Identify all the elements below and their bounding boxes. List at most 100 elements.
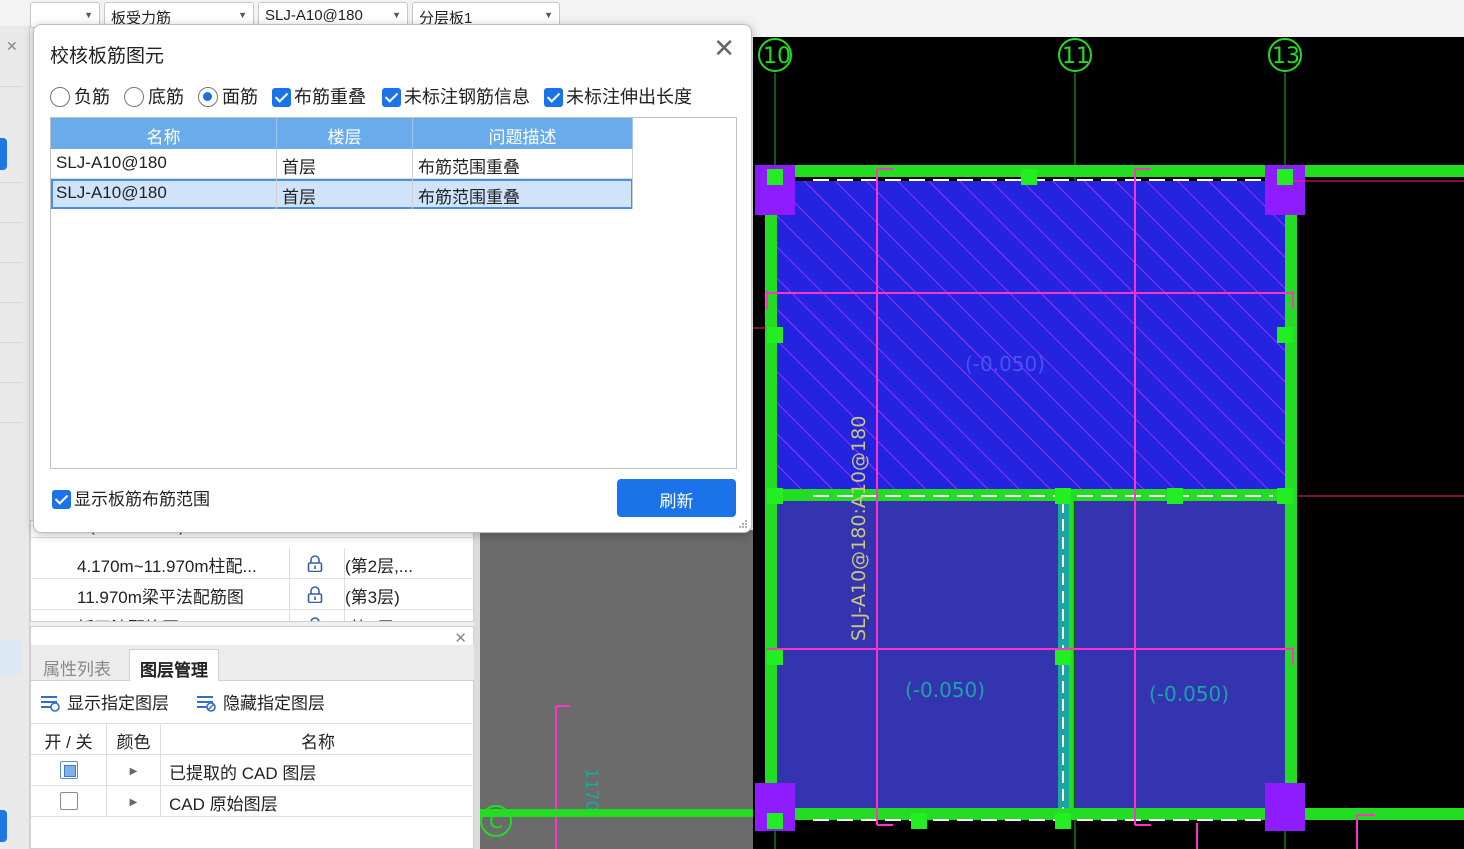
list-item[interactable]: 板平法配筋图 (第3层) [31, 610, 473, 621]
close-icon[interactable]: ✕ [6, 38, 18, 55]
cell-issue: 布筋范围重叠 [413, 179, 633, 209]
checkbox-label: 未标注伸出长度 [566, 87, 692, 107]
checkmark-icon [272, 88, 291, 107]
checkbox-label: 显示板筋布筋范围 [74, 490, 210, 509]
dialog-title: 校核板筋图元 [50, 46, 165, 67]
panel-splitter[interactable] [474, 530, 480, 849]
layer-toggle-checkbox[interactable] [59, 760, 78, 779]
radio-indicator [198, 87, 218, 107]
expand-icon[interactable]: ▶ [130, 797, 138, 808]
checkmark-icon [544, 88, 563, 107]
nav-selected-item[interactable] [0, 640, 22, 676]
col-name: 名称 [301, 733, 335, 752]
rebar-label: SLJ-A10@180:A10@180 [848, 416, 870, 641]
canvas-drawing: 1170 C [474, 705, 756, 849]
close-icon[interactable]: ✕ [713, 35, 735, 61]
checkbox-show-range[interactable]: 显示板筋布筋范围 [52, 485, 210, 510]
divider [0, 342, 22, 343]
axis-label-10: 10 [763, 44, 791, 69]
radio-negative[interactable]: 负筋 [50, 83, 110, 109]
drawing-floor-ref: (第3层) [345, 614, 400, 621]
col-floor-header[interactable]: 楼层 [277, 118, 413, 149]
tab-properties[interactable]: 属性列表 [33, 649, 121, 681]
list-item[interactable]: 11.970m梁平法配筋图 (第3层) [31, 579, 473, 610]
layer-table-header: 开 / 关 颜色 名称 [31, 723, 475, 755]
divider [0, 182, 22, 183]
combo-value: SLJ-A10@180 [265, 7, 363, 24]
left-nav-strip: ✕ [0, 26, 30, 849]
issues-table: 名称 楼层 问题描述 SLJ-A10@180 首层 布筋范围重叠 SLJ-A10… [50, 117, 737, 469]
layer-expand-cell: ▶ [107, 755, 161, 785]
table-row[interactable]: SLJ-A10@180 首层 布筋范围重叠 [51, 149, 633, 179]
layer-expand-cell: ▶ [107, 786, 161, 816]
top-toolbar: ▼ 板受力筋 ▼ SLJ-A10@180 ▼ 分层板1 ▼ [0, 0, 760, 28]
radio-bottom[interactable]: 底筋 [124, 83, 184, 109]
checkbox-unlabeled-length[interactable]: 未标注伸出长度 [544, 83, 692, 109]
nav-indicator[interactable] [0, 138, 7, 170]
radio-indicator [124, 87, 144, 107]
panel-tabs: 属性列表 图层管理 [31, 645, 475, 681]
checkbox-label: 未标注钢筋信息 [404, 87, 530, 107]
layer-toggle-cell [31, 786, 107, 816]
refresh-button[interactable]: 刷新 [617, 479, 736, 517]
hide-layer-button[interactable]: 隐藏指定图层 [195, 689, 325, 714]
cad-top-strip [753, 0, 1464, 37]
chevron-down-icon: ▼ [238, 10, 247, 20]
cad-drawing: 10 11 13 SLJ-A10@180:A10@180 (-0.050) (-… [753, 38, 1464, 849]
chevron-down-icon: ▼ [392, 10, 401, 20]
col-issue-header[interactable]: 问题描述 [413, 118, 633, 149]
drawing-floor-ref: (第3层) [345, 588, 400, 607]
model-canvas[interactable]: 1170 C [474, 530, 756, 849]
cell-name: SLJ-A10@180 [51, 179, 277, 209]
tab-layers[interactable]: 图层管理 [129, 649, 219, 681]
axis-label-13: 13 [1272, 44, 1300, 69]
elevation-label: (-0.050) [965, 352, 1045, 376]
drawing-name: 板平法配筋图 [77, 614, 179, 621]
checkbox-unlabeled-info[interactable]: 未标注钢筋信息 [382, 83, 530, 109]
divider [0, 222, 22, 223]
drawing-name: 11.970m梁平法配筋图 [77, 588, 244, 607]
lock-cell[interactable] [289, 610, 345, 621]
dimension-label: 1170 [581, 768, 601, 811]
radio-label: 面筋 [222, 87, 258, 107]
drawing-floor-ref: (第2层,... [345, 557, 414, 576]
radio-top[interactable]: 面筋 [198, 83, 258, 109]
chevron-down-icon: ▼ [544, 10, 553, 20]
lock-icon [307, 586, 323, 603]
show-layer-icon [41, 696, 60, 712]
show-layer-button[interactable]: 显示指定图层 [39, 689, 169, 714]
cell-floor: 首层 [277, 149, 413, 179]
divider [0, 302, 22, 303]
checkbox-overlap[interactable]: 布筋重叠 [272, 83, 366, 109]
cell-issue: 布筋范围重叠 [413, 149, 633, 179]
table-row[interactable]: ▶ 已提取的 CAD 图层 [31, 755, 475, 786]
drawing-list: 第3层 (8.07~11.97) 4.170m~11.970m柱配... (第2… [30, 520, 474, 622]
lock-cell[interactable] [289, 548, 345, 579]
axis-label-11: 11 [1062, 44, 1090, 69]
radio-indicator [50, 87, 70, 107]
lock-icon [310, 617, 320, 621]
lock-cell[interactable] [289, 579, 345, 610]
nav-indicator[interactable] [0, 810, 7, 842]
table-row-selected[interactable]: SLJ-A10@180 首层 布筋范围重叠 [51, 179, 633, 209]
table-row[interactable]: ▶ CAD 原始图层 [31, 786, 475, 817]
divider [0, 422, 22, 423]
cell-floor: 首层 [277, 179, 413, 209]
layer-toggle-cell [31, 755, 107, 785]
layer-toggle-checkbox[interactable] [59, 791, 78, 810]
resize-grip-icon[interactable] [738, 519, 748, 529]
expand-icon[interactable]: ▶ [130, 766, 138, 777]
cad-viewport[interactable]: 10 11 13 SLJ-A10@180:A10@180 (-0.050) (-… [753, 37, 1464, 849]
divider [0, 86, 22, 87]
hide-layer-label: 隐藏指定图层 [223, 694, 325, 713]
radio-label: 底筋 [148, 87, 184, 107]
elevation-label: (-0.050) [1149, 682, 1229, 706]
col-name-header[interactable]: 名称 [51, 118, 277, 149]
list-item[interactable]: 4.170m~11.970m柱配... (第2层,... [31, 548, 473, 579]
layer-panel: ✕ 属性列表 图层管理 显示指定图层 隐藏指定图层 开 / 关 颜色 名称 ▶ … [30, 626, 475, 849]
lock-icon [307, 555, 323, 572]
drawing-name: 4.170m~11.970m柱配... [77, 557, 257, 576]
cell-name: SLJ-A10@180 [51, 149, 277, 179]
radio-label: 负筋 [74, 87, 110, 107]
checkmark-icon [52, 490, 71, 509]
